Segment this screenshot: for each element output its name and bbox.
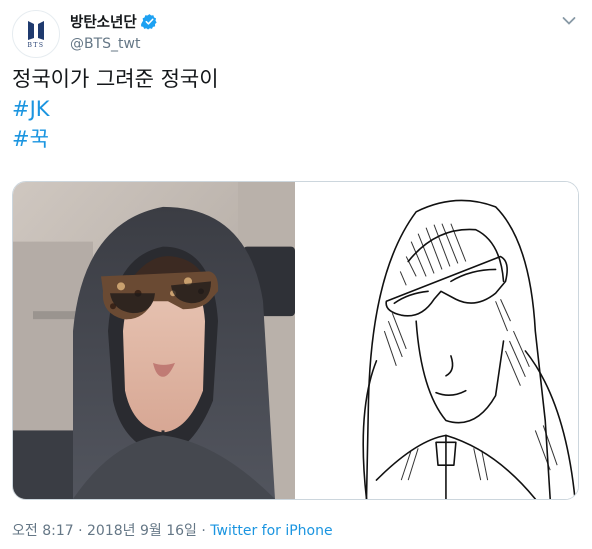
media-grid <box>12 181 579 500</box>
meta-separator: · <box>73 523 88 539</box>
avatar[interactable]: BTS <box>12 10 60 58</box>
media-photo[interactable] <box>13 182 295 499</box>
display-name[interactable]: 방탄소년단 <box>70 11 137 32</box>
tweet-meta: 오전 8:17 · 2018년 9월 16일 · Twitter for iPh… <box>12 520 333 540</box>
tweet-text-line: 정국이가 그려준 정국이 <box>12 67 219 91</box>
user-handle[interactable]: @BTS_twt <box>70 36 158 52</box>
verified-badge-icon <box>140 13 158 30</box>
tweet-body: 정국이가 그려준 정국이 #JK #꾹 <box>12 64 219 154</box>
tweet-source-link[interactable]: Twitter for iPhone <box>210 523 332 539</box>
meta-separator: · <box>196 523 211 539</box>
hashtag-link[interactable]: #꾹 <box>12 124 219 154</box>
media-drawing[interactable] <box>295 182 578 499</box>
selfie-photo-image <box>13 182 295 499</box>
tweet-options-button[interactable] <box>560 12 578 30</box>
author-info[interactable]: 방탄소년단 @BTS_twt <box>70 12 158 52</box>
tweet-time[interactable]: 오전 8:17 <box>12 523 74 539</box>
line-drawing-image <box>297 182 578 499</box>
chevron-down-icon <box>562 17 576 25</box>
bts-logo-icon <box>28 21 44 40</box>
tweet-date[interactable]: 2018년 9월 16일 <box>87 523 197 539</box>
hashtag-link[interactable]: #JK <box>12 94 219 124</box>
avatar-logo-text: BTS <box>27 42 45 49</box>
